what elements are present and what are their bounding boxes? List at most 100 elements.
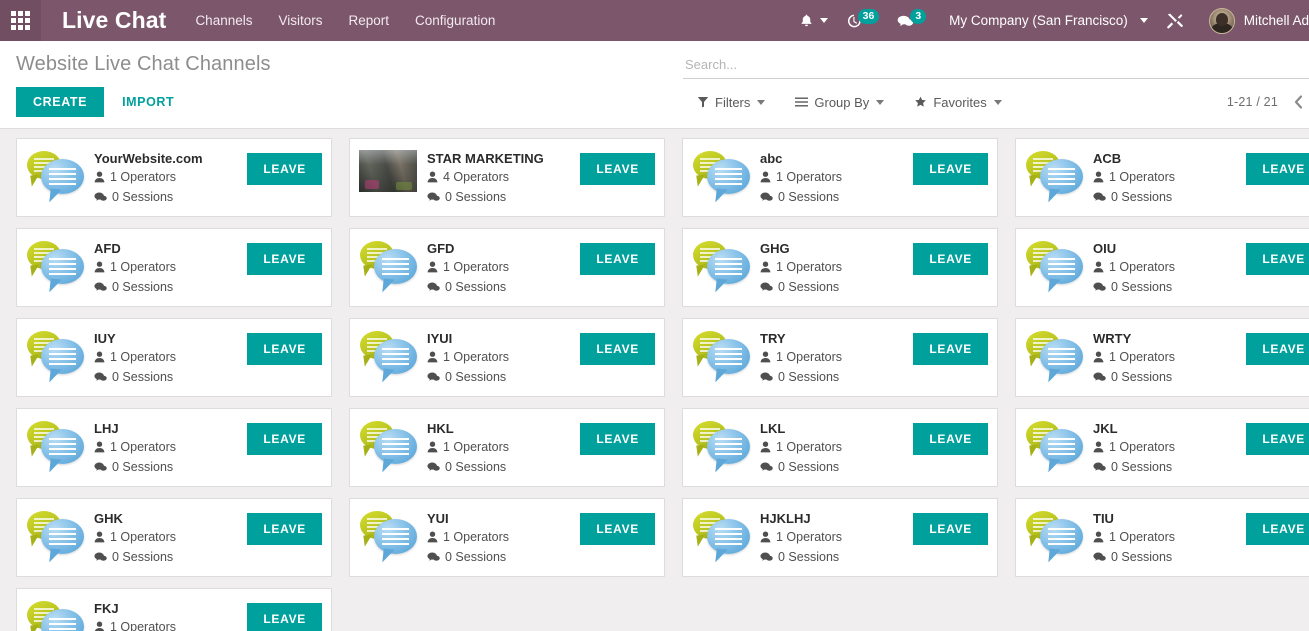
sessions-label: 0 Sessions [1111, 550, 1173, 564]
chat-bubbles-icon [359, 238, 421, 294]
chat-bubbles-icon [359, 328, 421, 384]
kanban-card[interactable]: LKL 1 Operators 0 Sessions LEAVE [682, 408, 998, 487]
sessions-label: 0 Sessions [445, 550, 507, 564]
menu-item-report[interactable]: Report [336, 0, 403, 41]
leave-button[interactable]: LEAVE [247, 603, 322, 631]
kanban-card[interactable]: FKJ1 Operators0 SessionsLEAVE [16, 588, 332, 631]
leave-button[interactable]: LEAVE [247, 153, 322, 185]
pager-previous-button[interactable] [1292, 93, 1305, 111]
leave-button[interactable]: LEAVE [913, 333, 988, 365]
leave-button[interactable]: LEAVE [580, 153, 655, 185]
kanban-card[interactable]: LHJ 1 Operators 0 Sessions LEAVE [16, 408, 332, 487]
kanban-card[interactable]: HKL 1 Operators 0 Sessions LEAVE [349, 408, 665, 487]
person-icon [427, 531, 438, 543]
search-row [683, 41, 1309, 79]
kanban-card[interactable]: IUY 1 Operators 0 Sessions LEAVE [16, 318, 332, 397]
favorites-dropdown[interactable]: Favorites [914, 94, 1002, 110]
card-image [692, 148, 754, 206]
app-brand[interactable]: Live Chat [41, 7, 182, 34]
activity-button[interactable]: 36 [837, 0, 889, 41]
chat-bubbles-icon [1025, 238, 1087, 294]
notifications-button[interactable] [790, 0, 837, 41]
create-button[interactable]: CREATE [16, 87, 105, 117]
kanban-card-wrapper: WRTY 1 Operators 0 Sessions LEAVE [1015, 318, 1309, 408]
person-icon [427, 441, 438, 453]
sessions-label: 0 Sessions [112, 370, 174, 384]
person-icon [1093, 441, 1104, 453]
developer-tools-button[interactable] [1152, 0, 1195, 41]
kanban-card[interactable]: GFD 1 Operators 0 Sessions LEAVE [349, 228, 665, 307]
leave-button[interactable]: LEAVE [913, 153, 988, 185]
menu-item-channels[interactable]: Channels [182, 0, 265, 41]
search-input[interactable] [683, 53, 1309, 79]
leave-button[interactable]: LEAVE [913, 423, 988, 455]
kanban-card-wrapper: AFD 1 Operators 0 Sessions LEAVE [16, 228, 349, 318]
leave-button[interactable]: LEAVE [1246, 243, 1309, 275]
user-menu[interactable]: Mitchell Ad [1195, 7, 1309, 34]
leave-button[interactable]: LEAVE [1246, 153, 1309, 185]
leave-button[interactable]: LEAVE [247, 423, 322, 455]
operators-label: 1 Operators [1109, 530, 1176, 544]
leave-button[interactable]: LEAVE [580, 333, 655, 365]
operators-label: 4 Operators [443, 170, 510, 184]
person-icon [94, 351, 105, 363]
kanban-card-wrapper: GHG 1 Operators 0 Sessions LEAVE [682, 228, 1015, 318]
chat-bubble-icon [94, 191, 107, 203]
leave-button[interactable]: LEAVE [247, 513, 322, 545]
leave-button[interactable]: LEAVE [913, 513, 988, 545]
filters-dropdown[interactable]: Filters [697, 95, 766, 110]
favorites-label: Favorites [933, 94, 987, 110]
kanban-card[interactable]: TIU 1 Operators 0 Sessions LEAVE [1015, 498, 1309, 577]
operators-label: 1 Operators [443, 530, 510, 544]
kanban-card[interactable]: WRTY 1 Operators 0 Sessions LEAVE [1015, 318, 1309, 397]
kanban-card[interactable]: JKL 1 Operators 0 Sessions LEAVE [1015, 408, 1309, 487]
leave-button[interactable]: LEAVE [1246, 513, 1309, 545]
card-sessions: 0 Sessions [760, 187, 997, 207]
card-image [26, 238, 88, 296]
operators-label: 1 Operators [1109, 440, 1176, 454]
leave-button[interactable]: LEAVE [580, 423, 655, 455]
operators-label: 1 Operators [776, 350, 843, 364]
leave-button[interactable]: LEAVE [247, 333, 322, 365]
person-icon [427, 261, 438, 273]
filter-row: Filters Group By Favorites 1-21 / 21 [683, 93, 1309, 111]
operators-label: 1 Operators [776, 440, 843, 454]
kanban-card[interactable]: ACB 1 Operators 0 Sessions LEAVE [1015, 138, 1309, 217]
kanban-card[interactable]: HJKLHJ 1 Operators 0 Sessions LEAVE [682, 498, 998, 577]
kanban-card[interactable]: GHG 1 Operators 0 Sessions LEAVE [682, 228, 998, 307]
import-button[interactable]: IMPORT [122, 95, 174, 109]
kanban-card[interactable]: TRY 1 Operators 0 Sessions LEAVE [682, 318, 998, 397]
group-by-dropdown[interactable]: Group By [795, 95, 885, 110]
kanban-card[interactable]: IYUI 1 Operators 0 Sessions LEAVE [349, 318, 665, 397]
kanban-card[interactable]: abc 1 Operators 0 Sessions LEAVE [682, 138, 998, 217]
kanban-card[interactable]: OIU 1 Operators 0 Sessions LEAVE [1015, 228, 1309, 307]
leave-button[interactable]: LEAVE [1246, 333, 1309, 365]
kanban-card-wrapper: LHJ 1 Operators 0 Sessions LEAVE [16, 408, 349, 498]
chat-bubbles-icon [692, 418, 754, 474]
leave-button[interactable]: LEAVE [913, 243, 988, 275]
chat-bubbles-icon [26, 598, 88, 631]
chat-bubble-icon [94, 461, 107, 473]
kanban-card[interactable]: YUI 1 Operators 0 Sessions LEAVE [349, 498, 665, 577]
person-icon [94, 531, 105, 543]
chat-bubbles-icon [26, 418, 88, 474]
apps-grid-icon [11, 11, 30, 30]
chat-bubble-icon [760, 191, 773, 203]
kanban-card-wrapper: IYUI 1 Operators 0 Sessions LEAVE [349, 318, 682, 408]
kanban-card[interactable]: STAR MARKETING 4 Operators 0 Sessions LEAVE [349, 138, 665, 217]
leave-button[interactable]: LEAVE [580, 243, 655, 275]
leave-button[interactable]: LEAVE [1246, 423, 1309, 455]
operators-label: 1 Operators [776, 170, 843, 184]
leave-button[interactable]: LEAVE [580, 513, 655, 545]
company-switcher[interactable]: My Company (San Francisco) [935, 0, 1152, 41]
menu-item-visitors[interactable]: Visitors [265, 0, 335, 41]
messages-button[interactable]: 3 [888, 0, 935, 41]
kanban-card[interactable]: YourWebsite.com 1 Operators 0 Sessions LEAV… [16, 138, 332, 217]
menu-item-configuration[interactable]: Configuration [402, 0, 508, 41]
leave-button[interactable]: LEAVE [247, 243, 322, 275]
kanban-card[interactable]: AFD 1 Operators 0 Sessions LEAVE [16, 228, 332, 307]
apps-menu-button[interactable] [0, 0, 41, 41]
operators-label: 1 Operators [1109, 260, 1176, 274]
kanban-card[interactable]: GHK 1 Operators 0 Sessions LEAVE [16, 498, 332, 577]
funnel-icon [697, 96, 709, 108]
